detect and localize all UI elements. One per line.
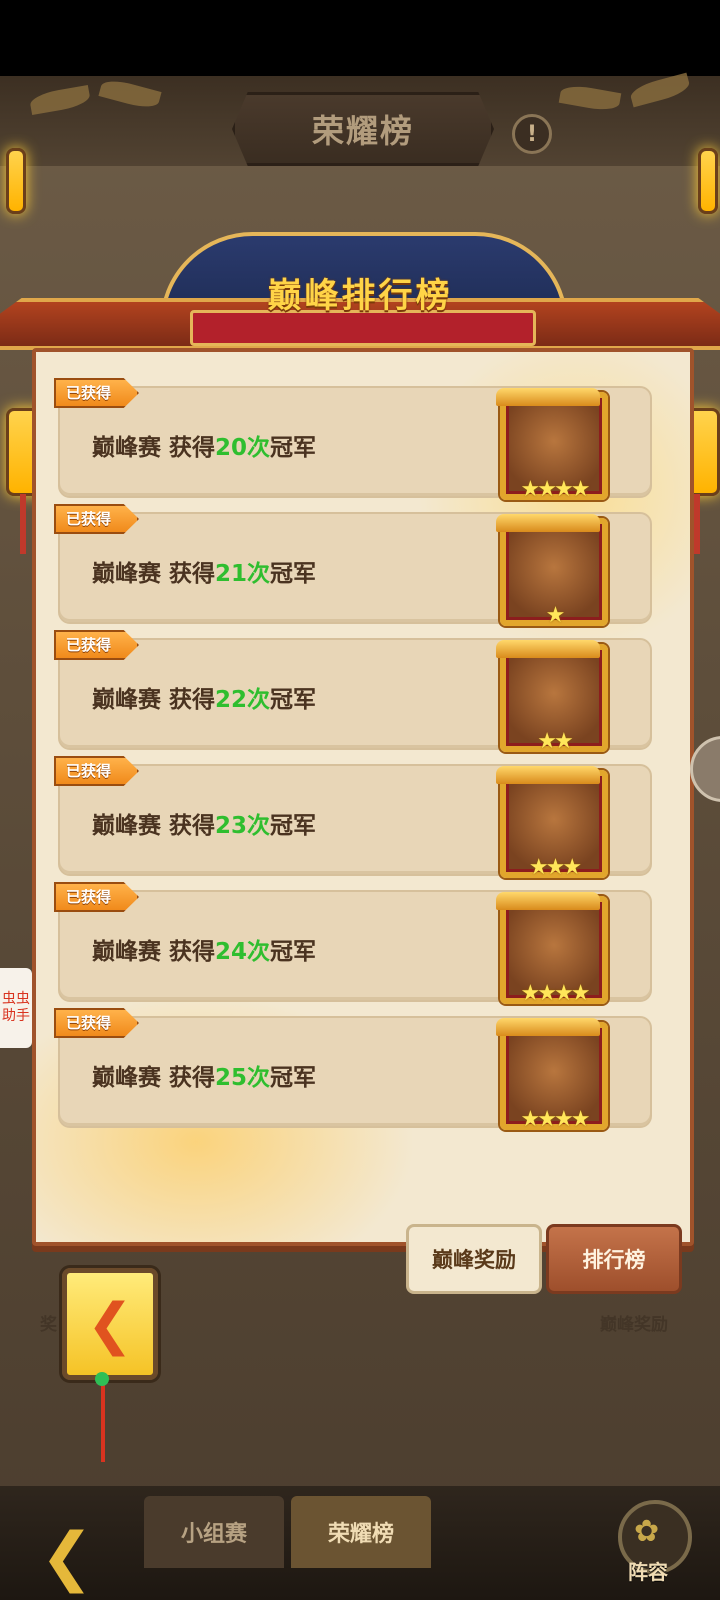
page-title: 荣耀榜: [311, 112, 414, 150]
achievement-count: 22次: [215, 687, 271, 713]
achievement-count: 24次: [215, 939, 271, 965]
achievement-text: 巅峰赛 获得20次冠军: [92, 428, 316, 462]
helper-floating-button[interactable]: 虫虫助手: [0, 968, 32, 1048]
avatar-frame-icon[interactable]: ★★★: [496, 766, 608, 880]
header-plaque: 荣耀榜: [232, 92, 494, 166]
achievement-row[interactable]: 已获得 巅峰赛 获得21次冠军 ★: [54, 504, 652, 628]
achievement-count: 23次: [215, 813, 271, 839]
achievement-count: 21次: [215, 561, 271, 587]
lantern-icon: [6, 148, 26, 214]
achievement-prefix: 巅峰赛 获得: [92, 561, 216, 587]
lantern-tassel: [20, 494, 26, 554]
frame-crest: [496, 514, 600, 532]
achievement-suffix: 冠军: [270, 1065, 317, 1091]
achievement-text: 巅峰赛 获得24次冠军: [92, 932, 316, 966]
star-rating: ★★★★: [520, 477, 591, 502]
achievement-prefix: 巅峰赛 获得: [92, 687, 216, 713]
background-label: 巅峰奖励: [600, 1315, 668, 1335]
nav-group-stage[interactable]: 小组赛: [144, 1496, 284, 1568]
earned-badge: 已获得: [54, 882, 140, 912]
avatar-frame-icon[interactable]: ★★★★: [496, 388, 608, 502]
earned-badge: 已获得: [54, 1008, 140, 1038]
nav-back-arrow-icon[interactable]: ❮: [40, 1520, 94, 1594]
frame-crest: [496, 1018, 600, 1036]
avatar-frame-icon[interactable]: ★★★★: [496, 892, 608, 1006]
achievement-row[interactable]: 已获得 巅峰赛 获得24次冠军 ★★★★: [54, 882, 652, 1006]
tab-peak-rewards[interactable]: 巅峰奖励: [406, 1224, 542, 1294]
tab-ranking[interactable]: 排行榜: [546, 1224, 682, 1294]
background-label: 奖: [40, 1315, 57, 1335]
lineup-icon: ✿: [634, 1514, 660, 1549]
achievement-row[interactable]: 已获得 巅峰赛 获得23次冠军 ★★★: [54, 756, 652, 880]
info-button[interactable]: !: [512, 114, 552, 154]
earned-badge: 已获得: [54, 756, 140, 786]
achievement-count: 25次: [215, 1065, 271, 1091]
achievement-prefix: 巅峰赛 获得: [92, 1065, 216, 1091]
achievement-count: 20次: [215, 435, 271, 461]
achievement-suffix: 冠军: [270, 687, 317, 713]
earned-badge: 已获得: [54, 630, 140, 660]
achievement-suffix: 冠军: [270, 435, 317, 461]
achievement-suffix: 冠军: [270, 561, 317, 587]
exclamation-icon: !: [526, 121, 538, 147]
achievement-prefix: 巅峰赛 获得: [92, 939, 216, 965]
achievement-row[interactable]: 已获得 巅峰赛 获得22次冠军 ★★: [54, 630, 652, 754]
achievement-suffix: 冠军: [270, 939, 317, 965]
frame-crest: [496, 766, 600, 784]
board-title: 巅峰排行榜: [267, 276, 453, 316]
back-button-string: [101, 1378, 105, 1462]
frame-crest: [496, 892, 600, 910]
star-rating: ★: [545, 603, 566, 628]
achievement-row[interactable]: 已获得 巅峰赛 获得20次冠军 ★★★★: [54, 378, 652, 502]
status-bar: [0, 0, 720, 76]
earned-badge: 已获得: [54, 504, 140, 534]
star-rating: ★★★: [528, 855, 582, 880]
star-rating: ★★★★: [520, 981, 591, 1006]
achievement-prefix: 巅峰赛 获得: [92, 813, 216, 839]
lantern-icon: [698, 148, 718, 214]
avatar-frame-icon[interactable]: ★: [496, 514, 608, 628]
nav-honor-board[interactable]: 荣耀榜: [291, 1496, 431, 1568]
back-button[interactable]: ❮: [62, 1268, 158, 1380]
avatar-frame-icon[interactable]: ★★: [496, 640, 608, 754]
lineup-label: 阵容: [628, 1560, 668, 1584]
avatar-frame-icon[interactable]: ★★★★: [496, 1018, 608, 1132]
achievement-text: 巅峰赛 获得23次冠军: [92, 806, 316, 840]
earned-badge: 已获得: [54, 378, 140, 408]
achievement-text: 巅峰赛 获得25次冠军: [92, 1058, 316, 1092]
achievement-text: 巅峰赛 获得21次冠军: [92, 554, 316, 588]
back-button-bead: [95, 1372, 109, 1386]
lantern-tassel: [694, 494, 700, 554]
achievement-text: 巅峰赛 获得22次冠军: [92, 680, 316, 714]
frame-crest: [496, 640, 600, 658]
achievement-prefix: 巅峰赛 获得: [92, 435, 216, 461]
frame-crest: [496, 388, 600, 406]
achievement-suffix: 冠军: [270, 813, 317, 839]
chevron-left-icon: ❮: [86, 1291, 134, 1357]
star-rating: ★★: [537, 729, 573, 754]
achievement-row[interactable]: 已获得 巅峰赛 获得25次冠军 ★★★★: [54, 1008, 652, 1132]
achievement-panel: 已获得 巅峰赛 获得20次冠军 ★★★★ 已获得 巅峰赛 获得21次冠军 ★ 已…: [32, 348, 694, 1246]
star-rating: ★★★★: [520, 1107, 591, 1132]
